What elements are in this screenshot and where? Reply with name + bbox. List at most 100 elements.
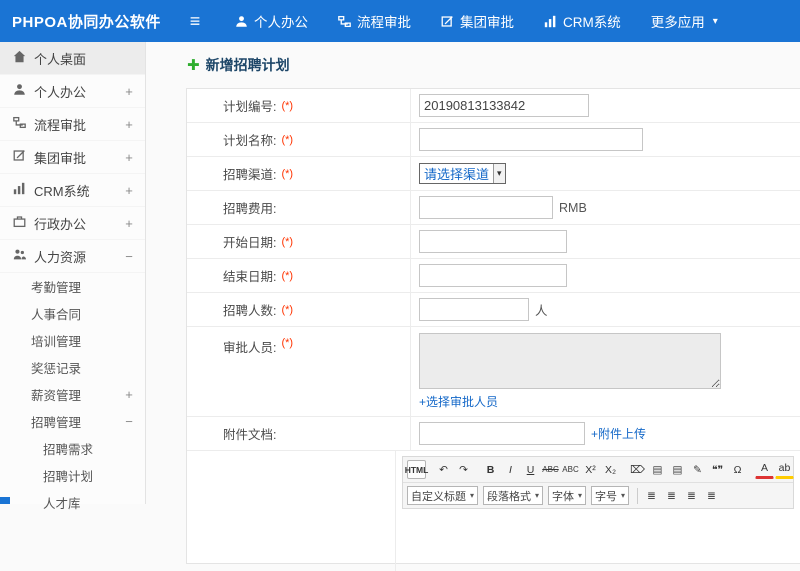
align-center-button[interactable]: ≣ <box>662 486 681 505</box>
approver-textarea[interactable] <box>419 333 721 389</box>
sidebar-item-recruit-mgmt[interactable]: 招聘管理 − <box>0 408 145 435</box>
edit-pencil-icon[interactable]: ✎ <box>688 460 707 479</box>
headcount-input[interactable] <box>419 298 529 321</box>
start-date-input[interactable] <box>419 230 567 253</box>
sidebar-item-hr[interactable]: 人力资源 − <box>0 240 145 273</box>
sidebar-item-recruit-demand[interactable]: 招聘需求 <box>0 435 145 462</box>
sidebar-item-workflow-approval[interactable]: 流程审批 + <box>0 108 145 141</box>
sidebar-item-admin-office[interactable]: 行政办公 + <box>0 207 145 240</box>
form-row-approver: 审批人员: (*) +选择审批人员 <box>187 327 800 417</box>
top-navigation-bar: PHPOA协同办公软件 ≡ 个人办公 流程审批 集团审批 CRM系统 更多应用 … <box>0 0 800 42</box>
superscript-button[interactable]: X² <box>581 460 600 479</box>
paste-button[interactable]: ▤ <box>648 460 667 479</box>
required-mark: (*) <box>281 168 293 180</box>
sidebar-item-personal-office[interactable]: 个人办公 + <box>0 75 145 108</box>
form-row-fee: 招聘费用: RMB <box>187 191 800 225</box>
sidebar-item-group-approval[interactable]: 集团审批 + <box>0 141 145 174</box>
sidebar-item-rewards[interactable]: 奖惩记录 <box>0 354 145 381</box>
sidebar-item-training[interactable]: 培训管理 <box>0 327 145 354</box>
headcount-label: 招聘人数: <box>223 300 276 319</box>
sidebar-item-crm[interactable]: CRM系统 + <box>0 174 145 207</box>
sidebar-item-recruit-plan[interactable]: 招聘计划 <box>0 462 145 489</box>
font-size-select[interactable]: 字号 ▾ <box>591 486 629 505</box>
collapse-icon[interactable]: − <box>123 249 135 264</box>
undo-icon[interactable]: ↶ <box>434 460 453 479</box>
toolbar-separator <box>637 488 638 504</box>
channel-select[interactable]: 请选择渠道 ▾ <box>419 163 506 184</box>
edit-square-icon <box>441 15 454 28</box>
heading-style-select[interactable]: 自定义标题 ▾ <box>407 486 478 505</box>
form-row-channel: 招聘渠道: (*) 请选择渠道 ▾ <box>187 157 800 191</box>
headcount-unit: 人 <box>535 300 548 319</box>
nav-personal-office[interactable]: 个人办公 <box>220 0 323 42</box>
edit-square-icon <box>13 149 26 165</box>
attachment-input[interactable] <box>419 422 585 445</box>
expand-icon[interactable]: + <box>123 150 135 165</box>
workflow-icon <box>338 15 351 28</box>
highlight-color-button[interactable]: ab <box>775 460 794 479</box>
expand-icon[interactable]: + <box>123 117 135 132</box>
form-row-headcount: 招聘人数: (*) 人 <box>187 293 800 327</box>
html-source-button[interactable]: HTML <box>407 460 426 479</box>
chevron-down-icon: ▾ <box>621 491 625 500</box>
paste-text-button[interactable]: ▤ <box>668 460 687 479</box>
bar-chart-icon <box>13 182 26 198</box>
align-justify-button[interactable]: ≣ <box>702 486 721 505</box>
expand-icon[interactable]: + <box>123 387 135 402</box>
align-left-button[interactable]: ≣ <box>642 486 661 505</box>
required-mark: (*) <box>281 134 293 146</box>
align-right-button[interactable]: ≣ <box>682 486 701 505</box>
sidebar-item-attendance[interactable]: 考勤管理 <box>0 273 145 300</box>
channel-label: 招聘渠道: <box>223 164 276 183</box>
font-color-button[interactable]: A <box>755 460 774 479</box>
fee-unit: RMB <box>559 201 587 215</box>
expand-icon[interactable]: + <box>123 183 135 198</box>
strikethrough-button[interactable]: ABC <box>541 460 560 479</box>
approver-label: 审批人员: <box>223 337 276 356</box>
redo-icon[interactable]: ↷ <box>454 460 473 479</box>
remove-format-button[interactable]: ⌦ <box>628 460 647 479</box>
choose-approver-link[interactable]: +选择审批人员 <box>419 393 721 410</box>
plan-number-input[interactable] <box>419 94 589 117</box>
paragraph-format-select[interactable]: 段落格式 ▾ <box>483 486 543 505</box>
expand-icon[interactable]: + <box>123 84 135 99</box>
workflow-icon <box>13 116 26 132</box>
attachment-label: 附件文档: <box>223 424 276 443</box>
bold-button[interactable]: B <box>481 460 500 479</box>
main-content: ✚ 新增招聘计划 计划编号: (*) 计划名称: (*) 招聘渠道: <box>147 42 800 504</box>
italic-button[interactable]: I <box>501 460 520 479</box>
expand-icon[interactable]: + <box>123 216 135 231</box>
sidebar: 个人桌面 个人办公 + 流程审批 + 集团审批 + CRM系统 + 行政办公 +… <box>0 42 146 504</box>
sidebar-item-desktop[interactable]: 个人桌面 <box>0 42 145 75</box>
end-date-input[interactable] <box>419 264 567 287</box>
nav-more-apps[interactable]: 更多应用 ▾ <box>636 0 733 42</box>
required-mark: (*) <box>281 270 293 282</box>
special-char-button[interactable]: Ω <box>728 460 747 479</box>
home-icon <box>13 50 26 66</box>
fee-input[interactable] <box>419 196 553 219</box>
collapse-icon[interactable]: − <box>123 414 135 429</box>
nav-crm-system[interactable]: CRM系统 <box>529 0 636 42</box>
spellcheck-button[interactable]: ABC <box>561 460 580 479</box>
hamburger-menu-icon[interactable]: ≡ <box>178 11 212 32</box>
blockquote-button[interactable]: ❝❞ <box>708 460 727 479</box>
person-icon <box>13 83 26 99</box>
sidebar-item-salary[interactable]: 薪资管理 + <box>0 381 145 408</box>
plan-name-label: 计划名称: <box>223 130 276 149</box>
sidebar-item-talent-pool[interactable]: 人才库 <box>0 489 145 516</box>
form-row-plan-number: 计划编号: (*) <box>187 89 800 123</box>
nav-workflow-approval[interactable]: 流程审批 <box>323 0 426 42</box>
app-logo: PHPOA协同办公软件 <box>0 11 178 32</box>
nav-group-approval[interactable]: 集团审批 <box>426 0 529 42</box>
chevron-down-icon: ▾ <box>470 491 474 500</box>
form-row-plan-name: 计划名称: (*) <box>187 123 800 157</box>
start-date-label: 开始日期: <box>223 232 276 251</box>
plan-name-input[interactable] <box>419 128 643 151</box>
sidebar-item-hr-contract[interactable]: 人事合同 <box>0 300 145 327</box>
rich-text-editor-toolbar: HTML ↶ ↷ B I U ABC ABC X² X₂ ⌦ ▤ ▤ ✎ <box>402 456 794 509</box>
subscript-button[interactable]: X₂ <box>601 460 620 479</box>
font-family-select[interactable]: 字体 ▾ <box>548 486 586 505</box>
underline-button[interactable]: U <box>521 460 540 479</box>
sidebar-scroll-thumb[interactable] <box>0 497 10 504</box>
attachment-upload-link[interactable]: +附件上传 <box>591 425 646 442</box>
